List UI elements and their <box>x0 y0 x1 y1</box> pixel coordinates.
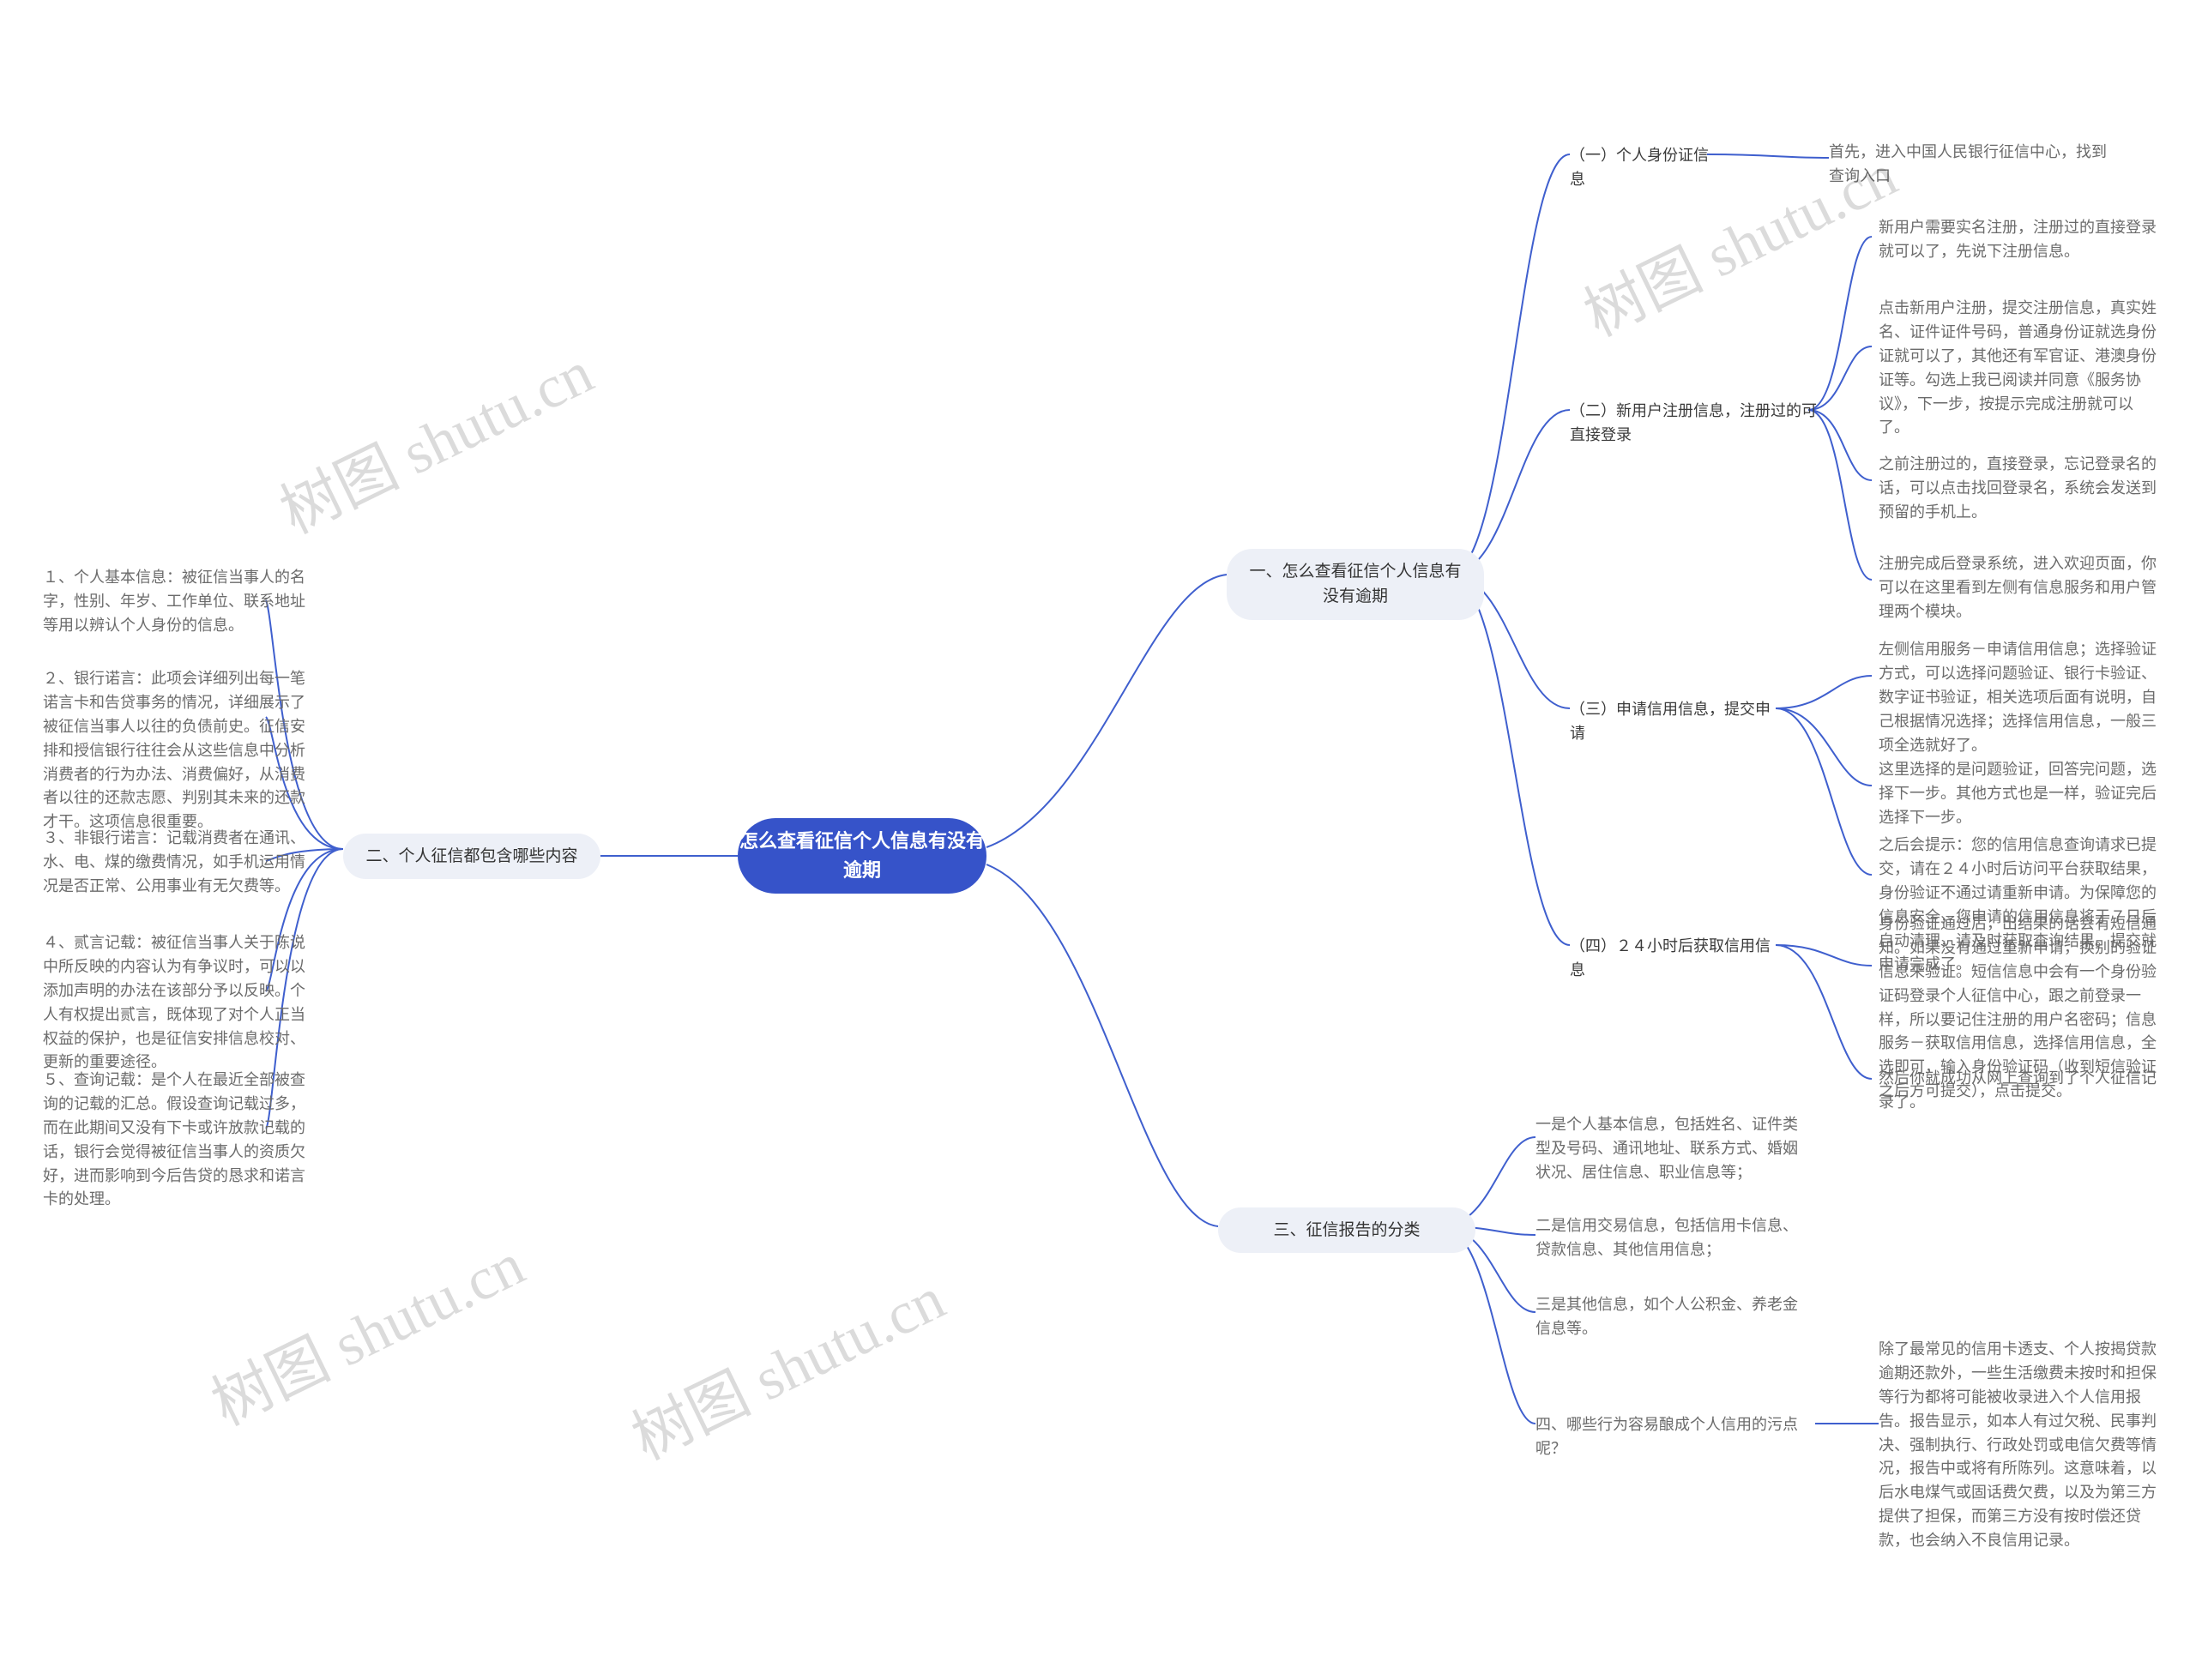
r3-item-1: 二是信用交易信息，包括信用卡信息、贷款信息、其他信用信息； <box>1535 1214 1801 1262</box>
r3-item-3: 四、哪些行为容易酿成个人信用的污点呢？ <box>1535 1413 1819 1461</box>
r1-sub-1-leaf-0: 新用户需要实名注册，注册过的直接登录就可以了，先说下注册信息。 <box>1879 216 2162 264</box>
r3-tail: 除了最常见的信用卡透支、个人按揭贷款逾期还款外，一些生活缴费未按时和担保等行为都… <box>1879 1338 2162 1553</box>
r1-sub-0-title: （一）个人身份证信息 <box>1570 147 1709 188</box>
r3-item-0: 一是个人基本信息，包括姓名、证件类型及号码、通讯地址、联系方式、婚姻状况、居住信… <box>1535 1113 1801 1185</box>
r1-sub-3-leaf-1: 然后你就成功从网上查询到了个人征信记录了。 <box>1879 1067 2162 1115</box>
r1-sub-3-leaf-1-text: 然后你就成功从网上查询到了个人征信记录了。 <box>1879 1069 2157 1111</box>
r1-sub-3[interactable]: （四）２４小时后获取信用信息 <box>1570 935 1776 983</box>
r1-sub-1-leaf-1: 点击新用户注册，提交注册信息，真实姓名、证件证件号码，普通身份证就选身份证就可以… <box>1879 297 2162 440</box>
left-leaf-2: ３、非银行诺言：记载消费者在通讯、水、电、煤的缴费情况，如手机运用情况是否正常、… <box>43 827 309 899</box>
r1-sub-1-leaf-2: 之前注册过的，直接登录，忘记登录名的话，可以点击找回登录名，系统会发送到预留的手… <box>1879 453 2162 525</box>
left-leaf-3-text: ４、贰言记载：被征信当事人关于陈说中所反映的内容认为有争议时，可以以添加声明的办… <box>43 934 305 1070</box>
r3-item-3-text: 四、哪些行为容易酿成个人信用的污点呢？ <box>1535 1416 1798 1457</box>
root-label: 怎么查看征信个人信息有没有逾期 <box>738 827 986 885</box>
r1-sub-1-title: （二）新用户注册信息，注册过的可直接登录 <box>1570 402 1817 443</box>
r1-sub-1-leaf-0-text: 新用户需要实名注册，注册过的直接登录就可以了，先说下注册信息。 <box>1879 219 2157 260</box>
left-leaf-4-text: ５、查询记载：是个人在最近全部被查询的记载的汇总。假设查询记载过多，而在此期间又… <box>43 1071 305 1207</box>
branch-right-1[interactable]: 一、怎么查看征信个人信息有没有逾期 <box>1227 549 1484 620</box>
left-leaf-3: ４、贰言记载：被征信当事人关于陈说中所反映的内容认为有争议时，可以以添加声明的办… <box>43 931 309 1075</box>
left-leaf-4: ５、查询记载：是个人在最近全部被查询的记载的汇总。假设查询记载过多，而在此期间又… <box>43 1069 309 1212</box>
branch-right-3[interactable]: 三、征信报告的分类 <box>1218 1207 1475 1253</box>
left-leaf-0-text: １、个人基本信息：被征信当事人的名字，性别、年岁、工作单位、联系地址等用以辨认个… <box>43 569 305 634</box>
connectors <box>0 0 2196 1680</box>
branch-right-3-label: 三、征信报告的分类 <box>1273 1221 1420 1239</box>
left-leaf-1: ２、银行诺言：此项会详细列出每一笔诺言卡和告贷事务的情况，详细展示了被征信当事人… <box>43 667 309 834</box>
left-leaf-2-text: ３、非银行诺言：记载消费者在通讯、水、电、煤的缴费情况，如手机运用情况是否正常、… <box>43 829 305 894</box>
watermark-1: 树图 shutu.cn <box>264 325 605 551</box>
branch-right-1-label: 一、怎么查看征信个人信息有没有逾期 <box>1249 563 1461 605</box>
r1-sub-2-leaf-1-text: 这里选择的是问题验证，回答完问题，选择下一步。其他方式也是一样，验证完后选择下一… <box>1879 761 2157 826</box>
left-leaf-1-text: ２、银行诺言：此项会详细列出每一笔诺言卡和告贷事务的情况，详细展示了被征信当事人… <box>43 670 305 830</box>
r3-item-0-text: 一是个人基本信息，包括姓名、证件类型及号码、通讯地址、联系方式、婚姻状况、居住信… <box>1535 1116 1798 1181</box>
r1-sub-1-leaf-1-text: 点击新用户注册，提交注册信息，真实姓名、证件证件号码，普通身份证就选身份证就可以… <box>1879 299 2157 436</box>
r1-sub-1-leaf-2-text: 之前注册过的，直接登录，忘记登录名的话，可以点击找回登录名，系统会发送到预留的手… <box>1879 455 2157 521</box>
r1-sub-0-leaf-0-text: 首先，进入中国人民银行征信中心，找到查询入口 <box>1829 143 2107 184</box>
watermark-3: 树图 shutu.cn <box>616 1251 956 1477</box>
r1-sub-2-leaf-0: 左侧信用服务－申请信用信息；选择验证方式，可以选择问题验证、银行卡验证、数字证书… <box>1879 638 2162 757</box>
r1-sub-2[interactable]: （三）申请信用信息，提交申请 <box>1570 698 1776 746</box>
branch-left-label: 二、个人征信都包含哪些内容 <box>365 847 577 865</box>
r1-sub-1-leaf-3: 注册完成后登录系统，进入欢迎页面，你可以在这里看到左侧有信息服务和用户管理两个模… <box>1879 552 2162 624</box>
root-node[interactable]: 怎么查看征信个人信息有没有逾期 <box>738 818 986 894</box>
r1-sub-2-leaf-0-text: 左侧信用服务－申请信用信息；选择验证方式，可以选择问题验证、银行卡验证、数字证书… <box>1879 641 2157 754</box>
branch-left[interactable]: 二、个人征信都包含哪些内容 <box>343 834 600 879</box>
r3-item-1-text: 二是信用交易信息，包括信用卡信息、贷款信息、其他信用信息； <box>1535 1217 1798 1258</box>
r3-item-2-text: 三是其他信息，如个人公积金、养老金信息等。 <box>1535 1296 1798 1337</box>
r1-sub-1-leaf-3-text: 注册完成后登录系统，进入欢迎页面，你可以在这里看到左侧有信息服务和用户管理两个模… <box>1879 555 2157 620</box>
r3-tail-text: 除了最常见的信用卡透支、个人按揭贷款逾期还款外，一些生活缴费未按时和担保等行为都… <box>1879 1340 2157 1549</box>
r1-sub-3-title: （四）２４小时后获取信用信息 <box>1570 937 1771 978</box>
left-leaf-0: １、个人基本信息：被征信当事人的名字，性别、年岁、工作单位、联系地址等用以辨认个… <box>43 566 309 638</box>
r1-sub-1[interactable]: （二）新用户注册信息，注册过的可直接登录 <box>1570 400 1819 448</box>
r1-sub-0-leaf-0: 首先，进入中国人民银行征信中心，找到查询入口 <box>1829 141 2112 189</box>
r3-item-2: 三是其他信息，如个人公积金、养老金信息等。 <box>1535 1293 1801 1341</box>
r1-sub-2-leaf-1: 这里选择的是问题验证，回答完问题，选择下一步。其他方式也是一样，验证完后选择下一… <box>1879 758 2162 830</box>
r1-sub-2-title: （三）申请信用信息，提交申请 <box>1570 701 1771 742</box>
r1-sub-0[interactable]: （一）个人身份证信息 <box>1570 144 1716 192</box>
watermark-4: 树图 shutu.cn <box>196 1217 536 1442</box>
